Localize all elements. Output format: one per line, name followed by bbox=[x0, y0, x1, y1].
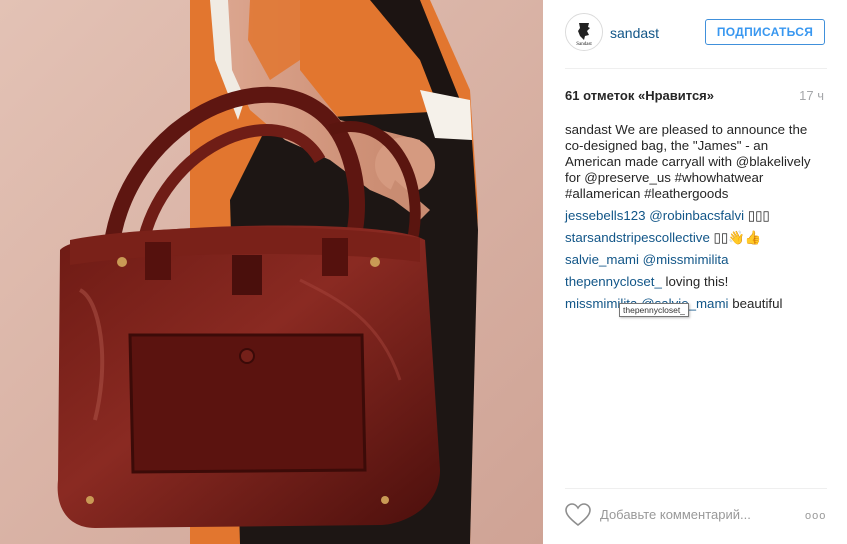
comment-item: thepennycloset_ loving this! bbox=[565, 274, 827, 290]
add-comment-input[interactable]: Добавьте комментарий... bbox=[600, 507, 751, 522]
post-time[interactable]: 17 ч bbox=[799, 88, 824, 103]
heart-icon bbox=[565, 503, 591, 527]
comment-item: starsandstripescollective ▯▯👋👍 bbox=[565, 230, 827, 246]
comment-text: loving this! bbox=[661, 274, 729, 289]
comment-username[interactable]: jessebells123 bbox=[565, 208, 646, 223]
follow-button[interactable]: ПОДПИСАТЬСЯ bbox=[705, 19, 825, 45]
handbag-photo bbox=[0, 0, 543, 544]
comment-mention[interactable]: @missmimilita bbox=[643, 252, 729, 267]
comment-username[interactable]: starsandstripescollective bbox=[565, 230, 710, 245]
caption-mention[interactable]: @blakelively bbox=[736, 154, 811, 169]
caption-hashtag[interactable]: #allamerican bbox=[565, 186, 640, 201]
post-caption: sandast We are pleased to announce the c… bbox=[565, 122, 827, 202]
comment-text: beautiful bbox=[728, 296, 783, 311]
divider bbox=[565, 68, 827, 69]
comment-text: ▯▯👋👍 bbox=[709, 230, 762, 245]
comment-username[interactable]: thepennycloset_ bbox=[565, 274, 662, 289]
comments-list: sandast We are pleased to announce the c… bbox=[565, 122, 827, 318]
avatar[interactable]: Sandast bbox=[565, 13, 603, 51]
username-tooltip: thepennycloset_ bbox=[619, 303, 689, 317]
caption-mention[interactable]: @preserve_us bbox=[584, 170, 671, 185]
instagram-post: Sandast sandast ПОДПИСАТЬСЯ 61 отметок «… bbox=[0, 0, 847, 544]
comment-item: salvie_mami @missmimilita bbox=[565, 252, 827, 268]
like-button[interactable] bbox=[565, 503, 591, 527]
comment-mention[interactable]: @robinbacsfalvi bbox=[649, 208, 744, 223]
caption-text: for bbox=[565, 170, 585, 185]
caption-username[interactable]: sandast bbox=[565, 122, 612, 137]
svg-text:Sandast: Sandast bbox=[576, 42, 592, 47]
post-header: Sandast sandast ПОДПИСАТЬСЯ bbox=[565, 13, 827, 53]
comment-username[interactable]: salvie_mami bbox=[565, 252, 639, 267]
likes-count[interactable]: 61 отметок «Нравится» bbox=[565, 88, 714, 103]
comment-text: ▯▯▯ bbox=[744, 208, 770, 223]
caption-hashtag[interactable]: #whowhatwear bbox=[675, 170, 764, 185]
post-author-username[interactable]: sandast bbox=[610, 25, 659, 41]
more-options-button[interactable]: ooo bbox=[805, 510, 826, 522]
comment-item: missmimilita @salvie_mami beautiful bbox=[565, 296, 827, 312]
post-photo[interactable] bbox=[0, 0, 543, 544]
caption-hashtag[interactable]: #leathergoods bbox=[644, 186, 728, 201]
comment-item: jessebells123 @robinbacsfalvi ▯▯▯ bbox=[565, 208, 827, 224]
footer-divider bbox=[565, 488, 827, 489]
post-sidebar: Sandast sandast ПОДПИСАТЬСЯ 61 отметок «… bbox=[543, 0, 847, 544]
brand-logo-icon: Sandast bbox=[566, 14, 602, 50]
